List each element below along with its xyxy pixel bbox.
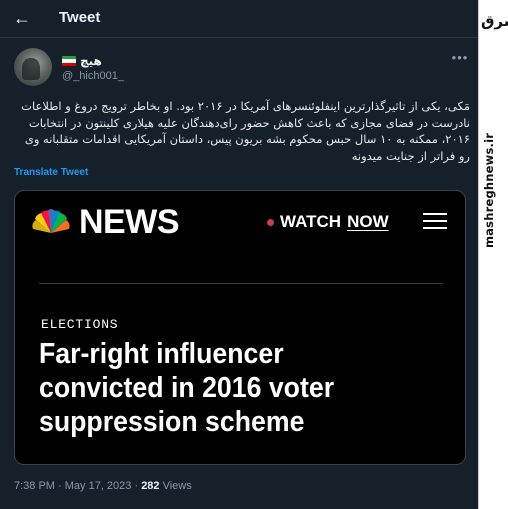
hamburger-menu-icon[interactable]: [423, 211, 447, 231]
views-label: Views: [159, 480, 192, 492]
meta-separator: ·: [131, 480, 142, 492]
headline-line: Far-right influencer: [39, 338, 284, 370]
translate-tweet-link[interactable]: Translate Tweet: [14, 167, 88, 178]
top-bar: ← Tweet: [0, 0, 478, 38]
tweet-text: مَکی، یکی از تاثیرگذارترین اینفلوئنسرهای…: [21, 99, 470, 163]
arrow-left-icon[interactable]: ←: [10, 6, 34, 30]
views-count: 282: [141, 480, 160, 492]
tweet-time[interactable]: 7:38 PM: [14, 480, 55, 492]
watch-now-link[interactable]: WATCH NOW: [267, 212, 389, 232]
meta-separator: ·: [54, 480, 65, 492]
article-headline[interactable]: Far-right influencer convicted in 2016 v…: [39, 337, 407, 439]
section-label: ELECTIONS: [41, 317, 119, 332]
now-label: NOW: [347, 212, 389, 231]
headline-line: convicted in 2016 voter: [39, 372, 335, 404]
watermark-strip: مشرق mashreghnews.ir: [478, 0, 508, 509]
page-title: Tweet: [59, 9, 101, 26]
author-name-row[interactable]: هیچ: [62, 52, 102, 70]
watermark-url: mashreghnews.ir: [482, 132, 496, 248]
headline-line: suppression scheme: [39, 406, 305, 438]
live-dot-icon: [267, 218, 274, 226]
nbc-news-wordmark: NEWS: [79, 203, 180, 241]
watch-label: WATCH: [280, 212, 342, 231]
author-handle[interactable]: @_hich001_: [62, 70, 124, 82]
iran-flag-icon: [62, 56, 76, 66]
nbc-peacock-logo: [32, 209, 70, 233]
card-divider: [39, 283, 443, 284]
tweet-page: ← Tweet هیچ @_hich001_ ••• مَکی، یکی از …: [0, 0, 478, 509]
author-display-name[interactable]: هیچ: [80, 54, 102, 68]
mashregh-logo: مشرق: [481, 12, 508, 30]
link-preview-card[interactable]: NEWS WATCH NOW ELECTIONS Far-right influ…: [14, 190, 466, 465]
ellipsis-icon[interactable]: •••: [450, 51, 470, 66]
avatar[interactable]: [14, 48, 52, 86]
tweet-date[interactable]: May 17, 2023: [65, 480, 132, 492]
tweet-meta: 7:38 PM · May 17, 2023 · 282 Views: [14, 480, 192, 492]
